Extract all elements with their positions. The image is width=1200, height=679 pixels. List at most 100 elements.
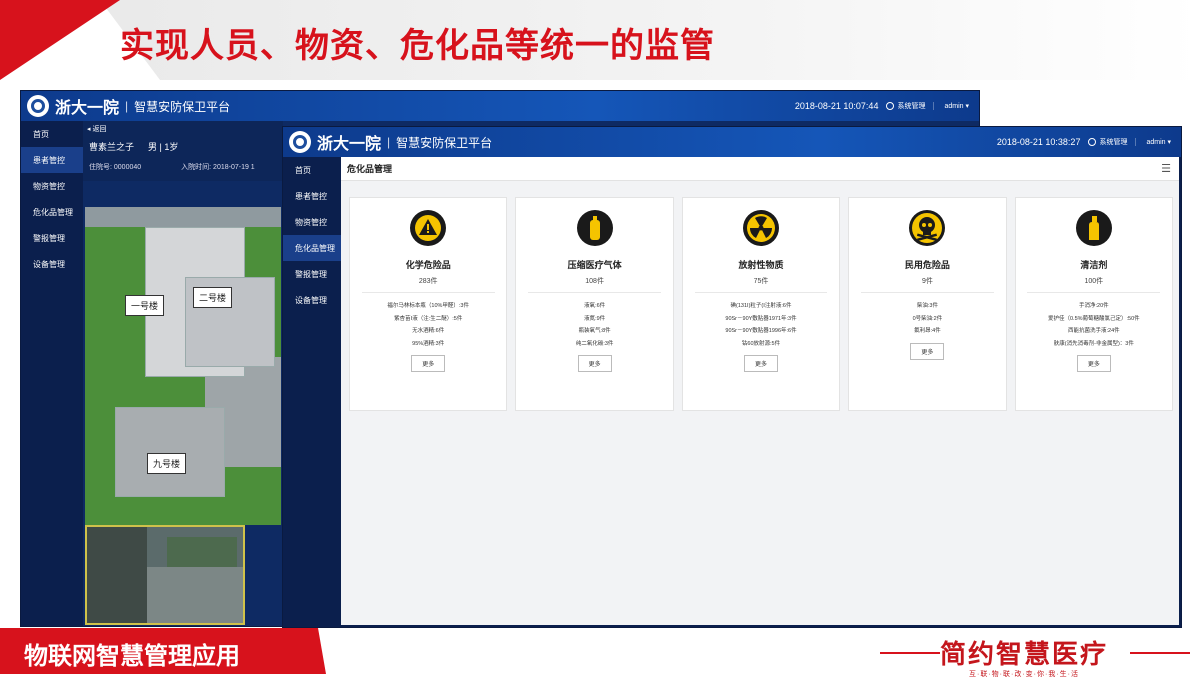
card-item: 肤康(消先消毒剂-非金属型)：3件	[1053, 340, 1134, 347]
back-topbar: 浙大一院 | 智慧安防保卫平台 2018-08-21 10:07:44 系统管理…	[21, 91, 979, 121]
hazmat-cards: 化学危险品 283件 福尔马林标本瓶（10%甲醛）:3件 紫杏苗Ⅰ液（注:生二醚…	[349, 197, 1174, 411]
more-button[interactable]: 更多	[1076, 355, 1111, 373]
camera-feed[interactable]	[85, 525, 245, 625]
hazmat-card-chemical[interactable]: 化学危险品 283件 福尔马林标本瓶（10%甲醛）:3件 紫杏苗Ⅰ液（注:生二醚…	[349, 197, 508, 411]
system-settings-button[interactable]: 系统管理	[886, 101, 925, 111]
card-title: 清洁剂	[1080, 260, 1108, 270]
more-button[interactable]: 更多	[577, 355, 612, 373]
card-divider	[860, 292, 994, 293]
sidebar-item-alarms[interactable]: 警报管理	[21, 225, 83, 251]
footer-line	[1130, 652, 1190, 654]
system-settings-label: 系统管理	[1099, 139, 1128, 146]
slide-header: 实现人员、物资、危化品等统一的监管	[0, 0, 1200, 80]
user-name: admin	[1146, 139, 1166, 146]
platform-name: 智慧安防保卫平台	[134, 99, 231, 114]
admit-time: 入院时间: 2018-07-19 1	[181, 164, 255, 171]
footer-line	[880, 652, 940, 654]
building-label-2[interactable]: 二号楼	[193, 287, 233, 308]
card-count: 9件	[921, 278, 933, 285]
footer-title: 物联网智慧管理应用	[24, 643, 240, 670]
user-menu[interactable]: admin ▾	[933, 102, 969, 110]
system-settings-label: 系统管理	[897, 103, 926, 110]
panel-title: 危化品管理	[347, 164, 393, 174]
card-item: 0号柴油:2件	[912, 315, 943, 322]
patient-name: 曹素兰之子	[89, 142, 135, 152]
front-sidebar: 首页 患者管控 物资管控 危化品管理 警报管理 设备管理	[283, 157, 341, 627]
datetime: 2018-08-21 10:07:44	[794, 101, 879, 111]
platform-name: 智慧安防保卫平台	[396, 135, 493, 150]
user-menu[interactable]: admin ▾	[1135, 138, 1171, 146]
back-button[interactable]: ◂ 返回	[83, 121, 283, 137]
sidebar-item-supplies[interactable]: 物资管控	[283, 209, 341, 235]
building-label-9[interactable]: 九号楼	[147, 453, 187, 474]
sidebar-item-home[interactable]: 首页	[283, 157, 341, 183]
card-item: 瓶装氧气:8件	[578, 328, 611, 335]
card-item: 无水酒精:6件	[412, 328, 445, 335]
map-building	[115, 407, 225, 497]
card-item: 液氮:9件	[584, 315, 606, 322]
sidebar-item-patients[interactable]: 患者管控	[21, 147, 83, 173]
patient-id: 住院号: 0000040	[89, 164, 142, 171]
more-button[interactable]: 更多	[910, 342, 945, 360]
card-item: 90Sr－90Y敷贴器1996年:6件	[725, 328, 797, 335]
patient-info: ◂ 返回 曹素兰之子 男 | 1岁 住院号: 0000040 入院时间: 2018-…	[83, 121, 283, 181]
card-item: 西能抗菌洗手液:24件	[1068, 328, 1120, 335]
card-item: 手消净:20件	[1079, 303, 1109, 309]
card-item: 90Sr－90Y敷贴器1971年:3件	[725, 315, 797, 322]
warning-icon	[410, 210, 447, 246]
logo-main-text: 简约智慧医疗	[940, 639, 1109, 669]
hazmat-card-radioactive[interactable]: 放射性物质 75件 碘(131I)粒子(Ⅰ注射液:6件 90Sr－90Y敷贴器1…	[681, 197, 841, 411]
sidebar-item-home[interactable]: 首页	[21, 121, 83, 147]
card-divider	[694, 292, 828, 293]
user-name: admin	[944, 103, 964, 110]
card-divider	[361, 292, 495, 293]
more-button[interactable]: 更多	[744, 355, 779, 373]
card-item: 紫杏苗Ⅰ液（注:生二醚）:5件	[394, 315, 463, 322]
camera-scene	[87, 527, 147, 623]
sidebar-item-devices[interactable]: 设备管理	[283, 287, 341, 313]
card-count: 283件	[418, 278, 438, 285]
sidebar-item-hazmat[interactable]: 危化品管理	[21, 199, 83, 225]
sidebar-item-devices[interactable]: 设备管理	[21, 251, 83, 277]
card-item: 氟利昂:4件	[914, 328, 941, 335]
building-label-1[interactable]: 一号楼	[125, 295, 165, 316]
hazmat-card-cleaner[interactable]: 清洁剂 100件 手消净:20件 爱护佳（0.5%葡萄糖酸氯己定）:50件 西能…	[1014, 197, 1174, 411]
card-divider	[528, 292, 662, 293]
skull-icon	[909, 210, 946, 246]
card-title: 化学危险品	[405, 260, 451, 270]
card-count: 75件	[753, 278, 769, 285]
system-settings-button[interactable]: 系统管理	[1088, 137, 1127, 147]
card-item: 95%酒精:3件	[412, 340, 445, 347]
radiation-icon	[743, 210, 780, 246]
red-triangle	[0, 0, 120, 80]
hazmat-panel: 危化品管理 ☰ 化学危险品 283件 福尔马林标本瓶（10%甲醛）:3件 紫杏苗…	[341, 157, 1179, 625]
more-button[interactable]: 更多	[411, 355, 446, 373]
back-sidebar: 首页 患者管控 物资管控 危化品管理 警报管理 设备管理	[21, 121, 83, 626]
slide-title: 实现人员、物资、危化品等统一的监管	[120, 27, 715, 65]
settings-icon	[1088, 138, 1097, 146]
company-logo: 简约智慧医疗 互·联·物·联·改·变·你·我·生·活	[940, 634, 1108, 679]
datetime: 2018-08-21 10:38:27	[996, 137, 1081, 147]
brand-name: 浙大一院	[317, 136, 382, 153]
back-label: 返回	[92, 126, 107, 133]
panel-header: 危化品管理 ☰	[341, 157, 1179, 181]
hazmat-card-gas[interactable]: 压缩医疗气体 108件 液氧:6件 液氮:9件 瓶装氧气:8件 纯二氧化碳:3件…	[515, 197, 674, 411]
map-road	[85, 207, 281, 227]
camera-scene	[167, 537, 237, 567]
card-divider	[1027, 292, 1161, 293]
card-title: 放射性物质	[738, 260, 784, 270]
sidebar-item-alarms[interactable]: 警报管理	[283, 261, 341, 287]
gas-cylinder-icon	[576, 210, 613, 246]
hazmat-card-civil[interactable]: 民用危险品 9件 柴油:3件 0号柴油:2件 氟利昂:4件 更多	[848, 197, 1007, 411]
sidebar-item-supplies[interactable]: 物资管控	[21, 173, 83, 199]
menu-icon[interactable]: ☰	[1161, 162, 1171, 175]
sidebar-item-patients[interactable]: 患者管控	[283, 183, 341, 209]
card-item: 爱护佳（0.5%葡萄糖酸氯己定）:50件	[1047, 315, 1140, 322]
campus-map[interactable]: 一号楼 二号楼 九号楼	[85, 207, 281, 525]
spray-bottle-icon	[1075, 210, 1112, 246]
settings-icon	[886, 102, 895, 110]
card-count: 100件	[1084, 278, 1104, 285]
card-count: 108件	[585, 278, 604, 285]
sidebar-item-hazmat[interactable]: 危化品管理	[283, 235, 341, 261]
camera-scene	[147, 567, 243, 623]
